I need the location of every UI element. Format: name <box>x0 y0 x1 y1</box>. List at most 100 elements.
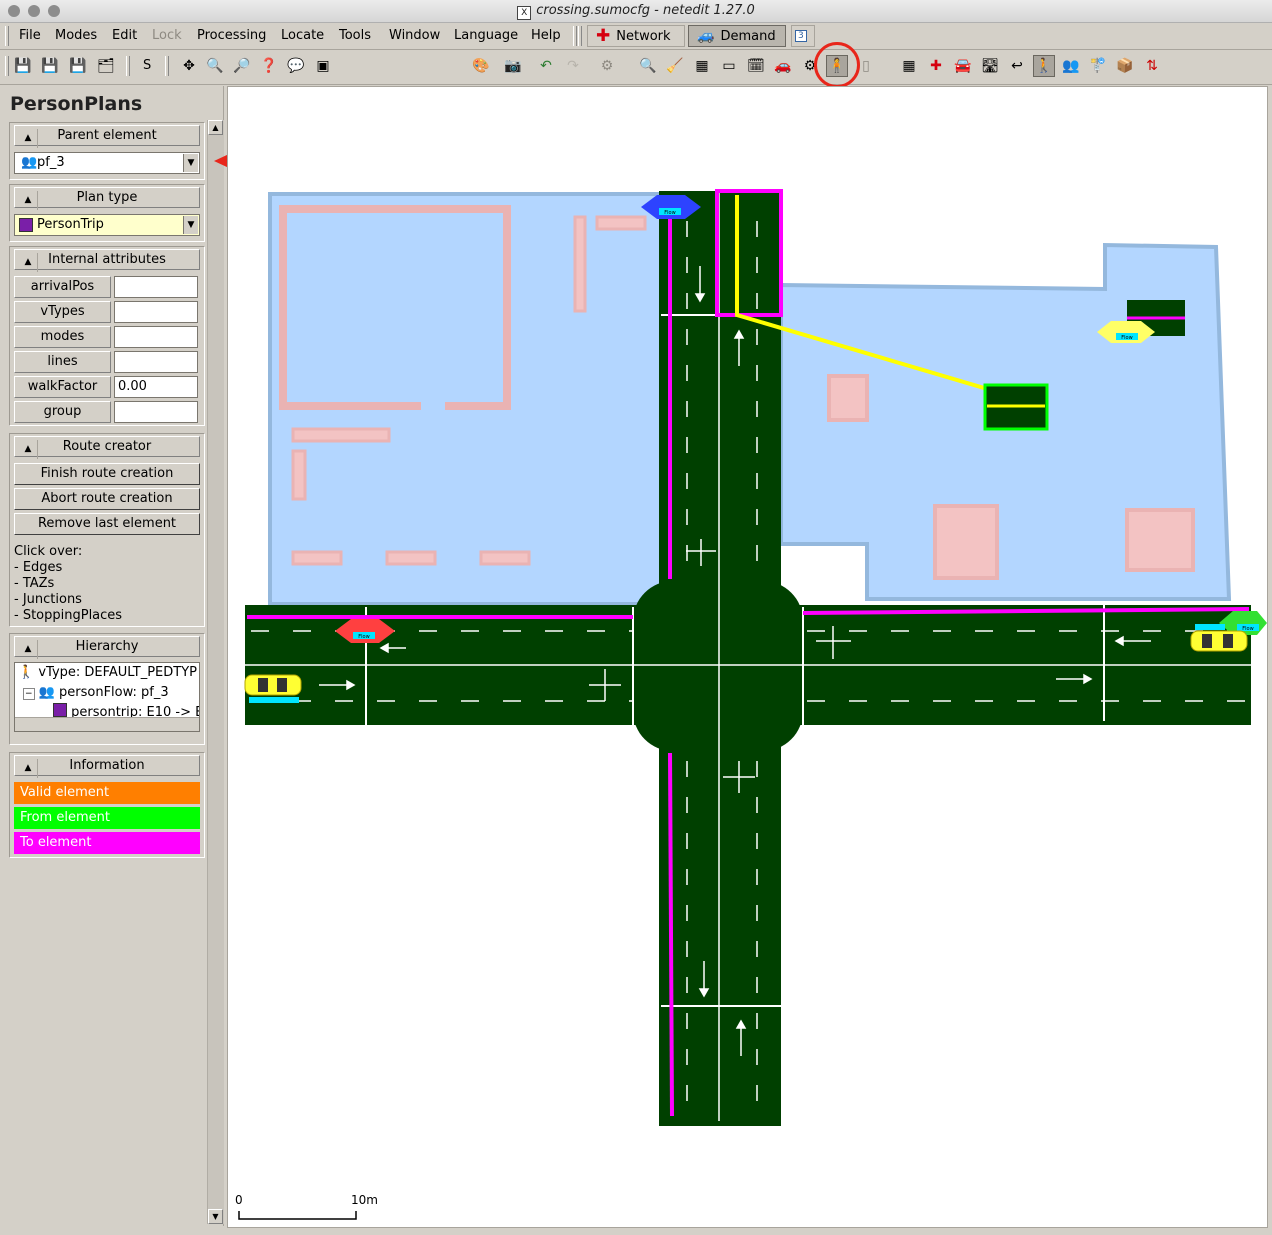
compute-icon[interactable]: ⚙ <box>596 55 618 77</box>
help-bubble-icon[interactable]: 💬 <box>285 55 307 77</box>
area-polygon-west[interactable] <box>268 192 665 606</box>
vehicle-type-icon[interactable]: 🚗 <box>772 55 794 77</box>
collapse-tree-icon[interactable]: − <box>23 688 35 700</box>
attr-lines-input[interactable] <box>114 351 198 373</box>
panel-scrollbar[interactable]: ▲ ▼ <box>207 120 224 1224</box>
building[interactable] <box>291 550 343 566</box>
building[interactable] <box>827 374 869 422</box>
plan-type-dropdown[interactable]: PersonTrip ▼ <box>14 214 200 236</box>
tree-item-personflow[interactable]: − 👥 personFlow: pf_3 <box>23 683 169 704</box>
color-wheel-icon[interactable]: 🎨 <box>470 55 492 77</box>
inspect-mode-icon[interactable]: 🔍 <box>637 55 659 77</box>
remove-last-element-button[interactable]: Remove last element <box>14 513 200 535</box>
junction-icon[interactable]: ✚ <box>925 55 947 77</box>
junction-center[interactable] <box>633 581 803 751</box>
data-mode-button[interactable]: 3 <box>791 25 815 47</box>
tree-item-vtype[interactable]: 🚶 vType: DEFAULT_PEDTYP <box>18 663 197 683</box>
vehicle-icon[interactable]: 🚘 <box>952 55 974 77</box>
attr-group-input[interactable] <box>114 401 198 423</box>
scroll-up-icon[interactable]: ▲ <box>208 120 223 135</box>
menu-toggle-icon[interactable]: ▣ <box>312 55 334 77</box>
valid-element-legend: Valid element <box>14 782 200 804</box>
collapse-icon[interactable]: ▲ <box>19 640 38 659</box>
abort-route-creation-button[interactable]: Abort route creation <box>14 488 200 510</box>
tree-horizontal-scrollbar[interactable] <box>15 717 199 731</box>
collapse-icon[interactable]: ▲ <box>19 440 38 459</box>
attr-vtypes-input[interactable] <box>114 301 198 323</box>
locate-icon[interactable]: 🔎 <box>231 55 253 77</box>
menu-locate[interactable]: Locate <box>281 28 324 43</box>
save-all-icon[interactable]: 💾 <box>39 55 61 77</box>
network-mode-button[interactable]: ✚ Network <box>587 25 685 47</box>
save-network-icon[interactable]: 💾 <box>12 55 34 77</box>
menu-file[interactable]: File <box>19 28 41 43</box>
building[interactable] <box>385 550 437 566</box>
menubar-grip[interactable] <box>5 26 9 46</box>
demand-mode-button[interactable]: 🚙 Demand <box>688 25 786 47</box>
attr-modes-input[interactable] <box>114 326 198 348</box>
route-mode-icon[interactable]: 🗓 <box>745 55 767 77</box>
person-group-icon[interactable]: 👥 <box>1060 55 1082 77</box>
person-flow-icon: 👥 <box>21 155 38 170</box>
map-canvas[interactable]: Flow Flow Flow Flow 0 10m <box>227 86 1268 1228</box>
building[interactable] <box>573 215 587 313</box>
save-demand-icon[interactable]: 💾 <box>67 55 89 77</box>
internal-attributes-header[interactable]: ▲ Internal attributes <box>14 249 200 272</box>
zoom-icon[interactable]: 🔍 <box>204 55 226 77</box>
attr-arrivalpos-input[interactable] <box>114 276 198 298</box>
attr-walkfactor-input[interactable]: 0.00 <box>114 376 198 398</box>
hints-icon[interactable]: ❓ <box>258 55 280 77</box>
route-creator-header[interactable]: ▲ Route creator <box>14 436 200 459</box>
demand-mode-label: Demand <box>720 28 776 44</box>
collapse-icon[interactable]: ▲ <box>19 759 38 778</box>
delete-mode-icon[interactable]: 🧹 <box>664 55 686 77</box>
information-header[interactable]: ▲ Information <box>14 755 200 778</box>
undo-icon[interactable]: ↶ <box>535 55 557 77</box>
save-multiple-icon[interactable]: 🗂 <box>95 55 117 77</box>
vehicle-flow-west[interactable] <box>244 674 302 703</box>
screenshot-icon[interactable]: 📷 <box>502 55 524 77</box>
building[interactable] <box>291 427 391 443</box>
pedestrian-icon[interactable]: 🚶 <box>1033 55 1055 77</box>
scroll-down-icon[interactable]: ▼ <box>208 1209 223 1224</box>
to-element-lane[interactable] <box>668 752 674 1117</box>
hierarchy-header[interactable]: ▲ Hierarchy <box>14 636 200 659</box>
move-mode-icon[interactable]: ▭ <box>718 55 740 77</box>
plan-type-header[interactable]: ▲ Plan type <box>14 187 200 210</box>
s-button[interactable]: S <box>143 58 151 73</box>
building[interactable] <box>291 449 307 501</box>
menu-edit[interactable]: Edit <box>112 28 137 43</box>
menu-tools[interactable]: Tools <box>339 28 371 43</box>
building[interactable] <box>595 215 647 231</box>
stop-sign-icon[interactable]: 🚏 <box>1087 55 1109 77</box>
parent-element-dropdown[interactable]: 👥 pf_3 ▼ <box>14 152 200 174</box>
menu-modes[interactable]: Modes <box>55 28 97 43</box>
parent-element-header[interactable]: ▲ Parent element <box>14 125 200 148</box>
menu-lock[interactable]: Lock <box>152 28 182 43</box>
recenter-view-icon[interactable]: ✥ <box>178 55 200 77</box>
container-icon[interactable]: 📦 <box>1114 55 1136 77</box>
collapse-icon[interactable]: ▲ <box>19 129 38 148</box>
toolbar-grip-3 <box>165 56 169 76</box>
finish-route-creation-button[interactable]: Finish route creation <box>14 463 200 485</box>
select-mode-icon[interactable]: ▦ <box>691 55 713 77</box>
collapse-icon[interactable]: ▲ <box>19 253 38 272</box>
edit-route-icon[interactable]: 🛣 <box>979 55 1001 77</box>
supermode-grip[interactable] <box>573 26 577 46</box>
building[interactable] <box>933 504 999 580</box>
hierarchy-tree[interactable]: 🚶 vType: DEFAULT_PEDTYP − 👥 personFlow: … <box>14 662 200 732</box>
building[interactable] <box>1125 508 1195 572</box>
menu-language[interactable]: Language <box>454 28 518 43</box>
transfer-icon[interactable]: ⇅ <box>1141 55 1163 77</box>
collapse-icon[interactable]: ▲ <box>19 191 38 210</box>
grid-icon[interactable]: ▦ <box>898 55 920 77</box>
supermode-grip-2 <box>578 26 582 46</box>
person-flow-icon: 👥 <box>38 685 55 700</box>
redo-icon[interactable]: ↷ <box>562 55 584 77</box>
menu-help[interactable]: Help <box>531 28 561 43</box>
turn-icon[interactable]: ↩ <box>1006 55 1028 77</box>
menu-window[interactable]: Window <box>389 28 440 43</box>
menu-processing[interactable]: Processing <box>197 28 266 43</box>
building[interactable] <box>479 550 531 566</box>
network-view[interactable]: Flow Flow Flow Flow 0 10m <box>228 87 1268 1228</box>
